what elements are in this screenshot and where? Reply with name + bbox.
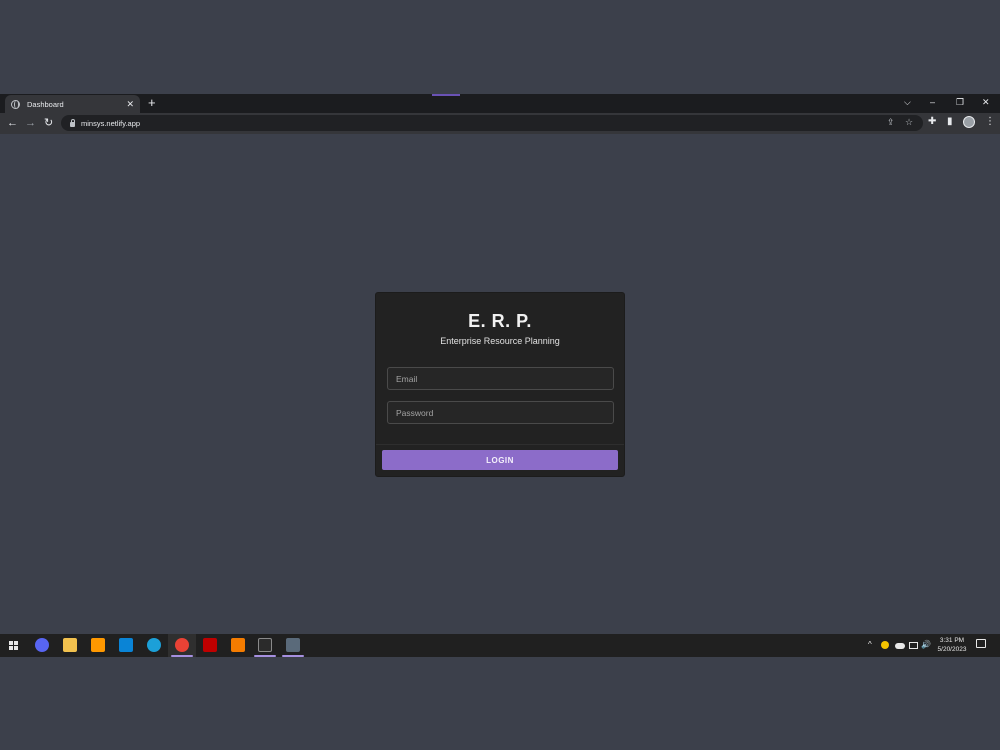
email-field[interactable] xyxy=(387,367,614,390)
tray-overflow-chevron-icon[interactable]: ^ xyxy=(868,640,872,650)
windows-start-icon[interactable] xyxy=(9,641,18,650)
login-card: E. R. P. Enterprise Resource Planning LO… xyxy=(375,292,625,477)
address-bar[interactable]: minsys.netlify.app ⇪ ☆ xyxy=(61,115,923,131)
volume-icon[interactable]: 🔊 xyxy=(921,640,931,650)
discord-icon[interactable] xyxy=(35,638,49,652)
onedrive-cloud-icon[interactable] xyxy=(895,643,905,649)
xampp-icon[interactable] xyxy=(231,638,245,652)
browser-window-chrome: Dashboard ✕ + ⌵ – ❐ ✕ ← → ↻ minsys.netli… xyxy=(0,94,1000,134)
side-panel-icon[interactable]: ▮ xyxy=(947,116,953,128)
clock-time: 3:31 PM xyxy=(939,637,965,644)
reload-button[interactable]: ↻ xyxy=(44,117,53,129)
tab-search-dropdown-icon[interactable]: ⌵ xyxy=(904,97,911,107)
minimize-button[interactable]: – xyxy=(930,97,935,107)
share-icon[interactable]: ⇪ xyxy=(887,117,895,128)
filezilla-icon[interactable] xyxy=(203,638,217,652)
back-button[interactable]: ← xyxy=(7,117,18,129)
taskbar-clock[interactable]: 3:31 PM 5/20/2023 xyxy=(934,636,970,654)
tab-strip: Dashboard ✕ + ⌵ – ❐ ✕ xyxy=(0,94,1000,113)
sublime-text-icon[interactable] xyxy=(91,638,105,652)
profile-avatar[interactable] xyxy=(963,116,975,128)
lock-icon[interactable] xyxy=(70,118,75,127)
password-field[interactable] xyxy=(387,401,614,424)
edge-icon[interactable] xyxy=(147,638,161,652)
app-subtitle: Enterprise Resource Planning xyxy=(440,336,560,346)
login-button[interactable]: LOGIN xyxy=(382,450,618,470)
network-icon[interactable] xyxy=(909,642,918,649)
calculator-icon[interactable] xyxy=(286,638,300,652)
clock-date: 5/20/2023 xyxy=(937,646,967,653)
new-tab-button[interactable]: + xyxy=(148,96,156,110)
tab-close-icon[interactable]: ✕ xyxy=(126,99,134,109)
tray-app-icon[interactable] xyxy=(881,641,889,649)
terminal-icon[interactable] xyxy=(258,638,272,652)
calculator-running-indicator xyxy=(282,655,304,657)
tab-title: Dashboard xyxy=(27,99,64,109)
browser-menu-icon[interactable]: ⋮ xyxy=(985,116,995,128)
app-title: E. R. P. xyxy=(468,311,532,331)
terminal-running-indicator xyxy=(254,655,276,657)
close-window-button[interactable]: ✕ xyxy=(982,97,990,107)
chrome-running-indicator xyxy=(171,655,193,657)
chrome-icon[interactable] xyxy=(175,638,189,652)
tab-dashboard[interactable]: Dashboard ✕ xyxy=(5,95,140,113)
window-accent-line xyxy=(432,94,460,96)
windows-taskbar: ^ 🔊 3:31 PM 5/20/2023 xyxy=(0,634,1000,657)
url-text: minsys.netlify.app xyxy=(81,118,141,128)
restore-button[interactable]: ❐ xyxy=(956,97,964,107)
vscode-icon[interactable] xyxy=(119,638,133,652)
notification-center-icon[interactable] xyxy=(976,639,986,648)
bookmark-star-icon[interactable]: ☆ xyxy=(905,117,913,128)
extensions-icon[interactable]: ✚ xyxy=(928,116,936,128)
file-explorer-icon[interactable] xyxy=(63,638,77,652)
forward-button[interactable]: → xyxy=(25,117,36,129)
card-divider xyxy=(376,444,624,445)
globe-icon xyxy=(11,99,20,109)
browser-toolbar: ← → ↻ minsys.netlify.app ⇪ ☆ ✚ ▮ ⋮ xyxy=(0,113,1000,134)
